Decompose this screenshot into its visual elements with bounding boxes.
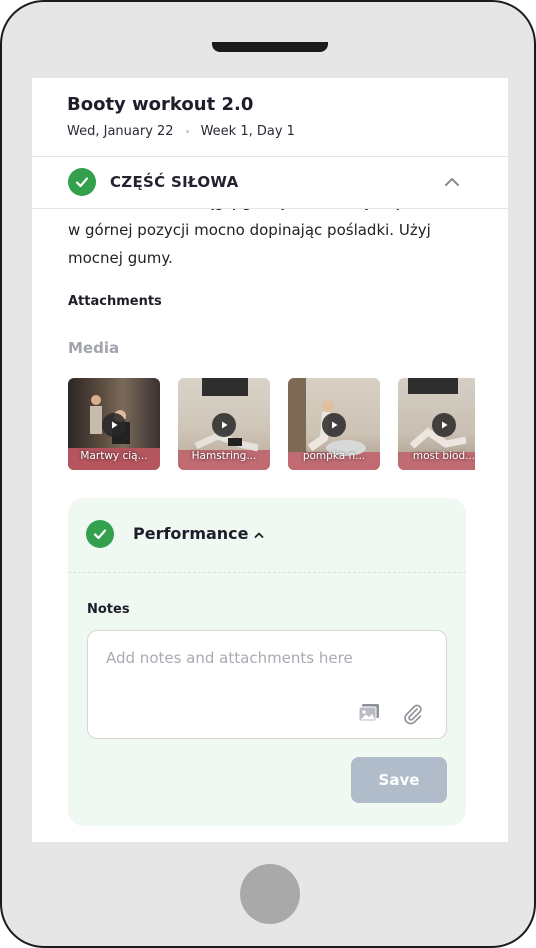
chevron-up-icon[interactable] (442, 172, 462, 192)
paperclip-icon[interactable] (402, 703, 424, 725)
video-thumbnail[interactable]: Hamstring... (178, 378, 270, 470)
performance-panel: Performance Notes Add notes and attachme… (68, 498, 466, 826)
app-screen: Booty workout 2.0 Wed, January 22 Week 1… (32, 78, 508, 842)
play-icon (102, 413, 126, 437)
section-header[interactable]: CZĘŚĆ SIŁOWA (32, 157, 508, 209)
dashed-divider (68, 572, 466, 573)
workout-title: Booty workout 2.0 (67, 94, 254, 115)
workout-week-day: Week 1, Day 1 (200, 124, 295, 139)
workout-date: Wed, January 22 (67, 124, 174, 139)
video-thumbnail[interactable]: pompka n... (288, 378, 380, 470)
media-carousel[interactable]: Martwy cią... Hamstring... pompka n... m… (68, 378, 475, 470)
notes-input[interactable]: Add notes and attachments here (87, 630, 447, 739)
save-button[interactable]: Save (351, 757, 447, 803)
workout-header: Booty workout 2.0 Wed, January 22 Week 1… (32, 78, 508, 157)
image-icon[interactable] (358, 703, 380, 723)
video-caption: pompka n... (302, 450, 366, 462)
video-caption: most biod... (412, 450, 475, 462)
phone-frame: Booty workout 2.0 Wed, January 22 Week 1… (0, 0, 536, 948)
check-icon (68, 168, 96, 196)
description-line: w górnej pozycji mocno dopinając pośladk… (68, 221, 431, 239)
home-button[interactable] (240, 864, 300, 924)
section-title: CZĘŚĆ SIŁOWA (110, 173, 239, 191)
check-icon (86, 520, 114, 548)
video-caption: Martwy cią... (80, 450, 148, 462)
play-icon (322, 413, 346, 437)
workout-meta: Wed, January 22 Week 1, Day 1 (67, 124, 295, 139)
performance-title[interactable]: Performance (133, 524, 249, 543)
media-label: Media (68, 339, 120, 357)
separator-dot (185, 130, 189, 133)
video-thumbnail[interactable]: Martwy cią... (68, 378, 160, 470)
description-line: mocnej gumy. (68, 249, 173, 267)
play-icon (212, 413, 236, 437)
play-icon (432, 413, 456, 437)
phone-speaker (212, 42, 328, 52)
video-thumbnail[interactable]: most biod... (398, 378, 475, 470)
chevron-up-icon[interactable] (252, 528, 266, 542)
notes-placeholder: Add notes and attachments here (106, 649, 353, 667)
video-caption: Hamstring... (191, 450, 257, 462)
notes-label: Notes (87, 602, 130, 617)
attachments-label: Attachments (68, 294, 162, 309)
